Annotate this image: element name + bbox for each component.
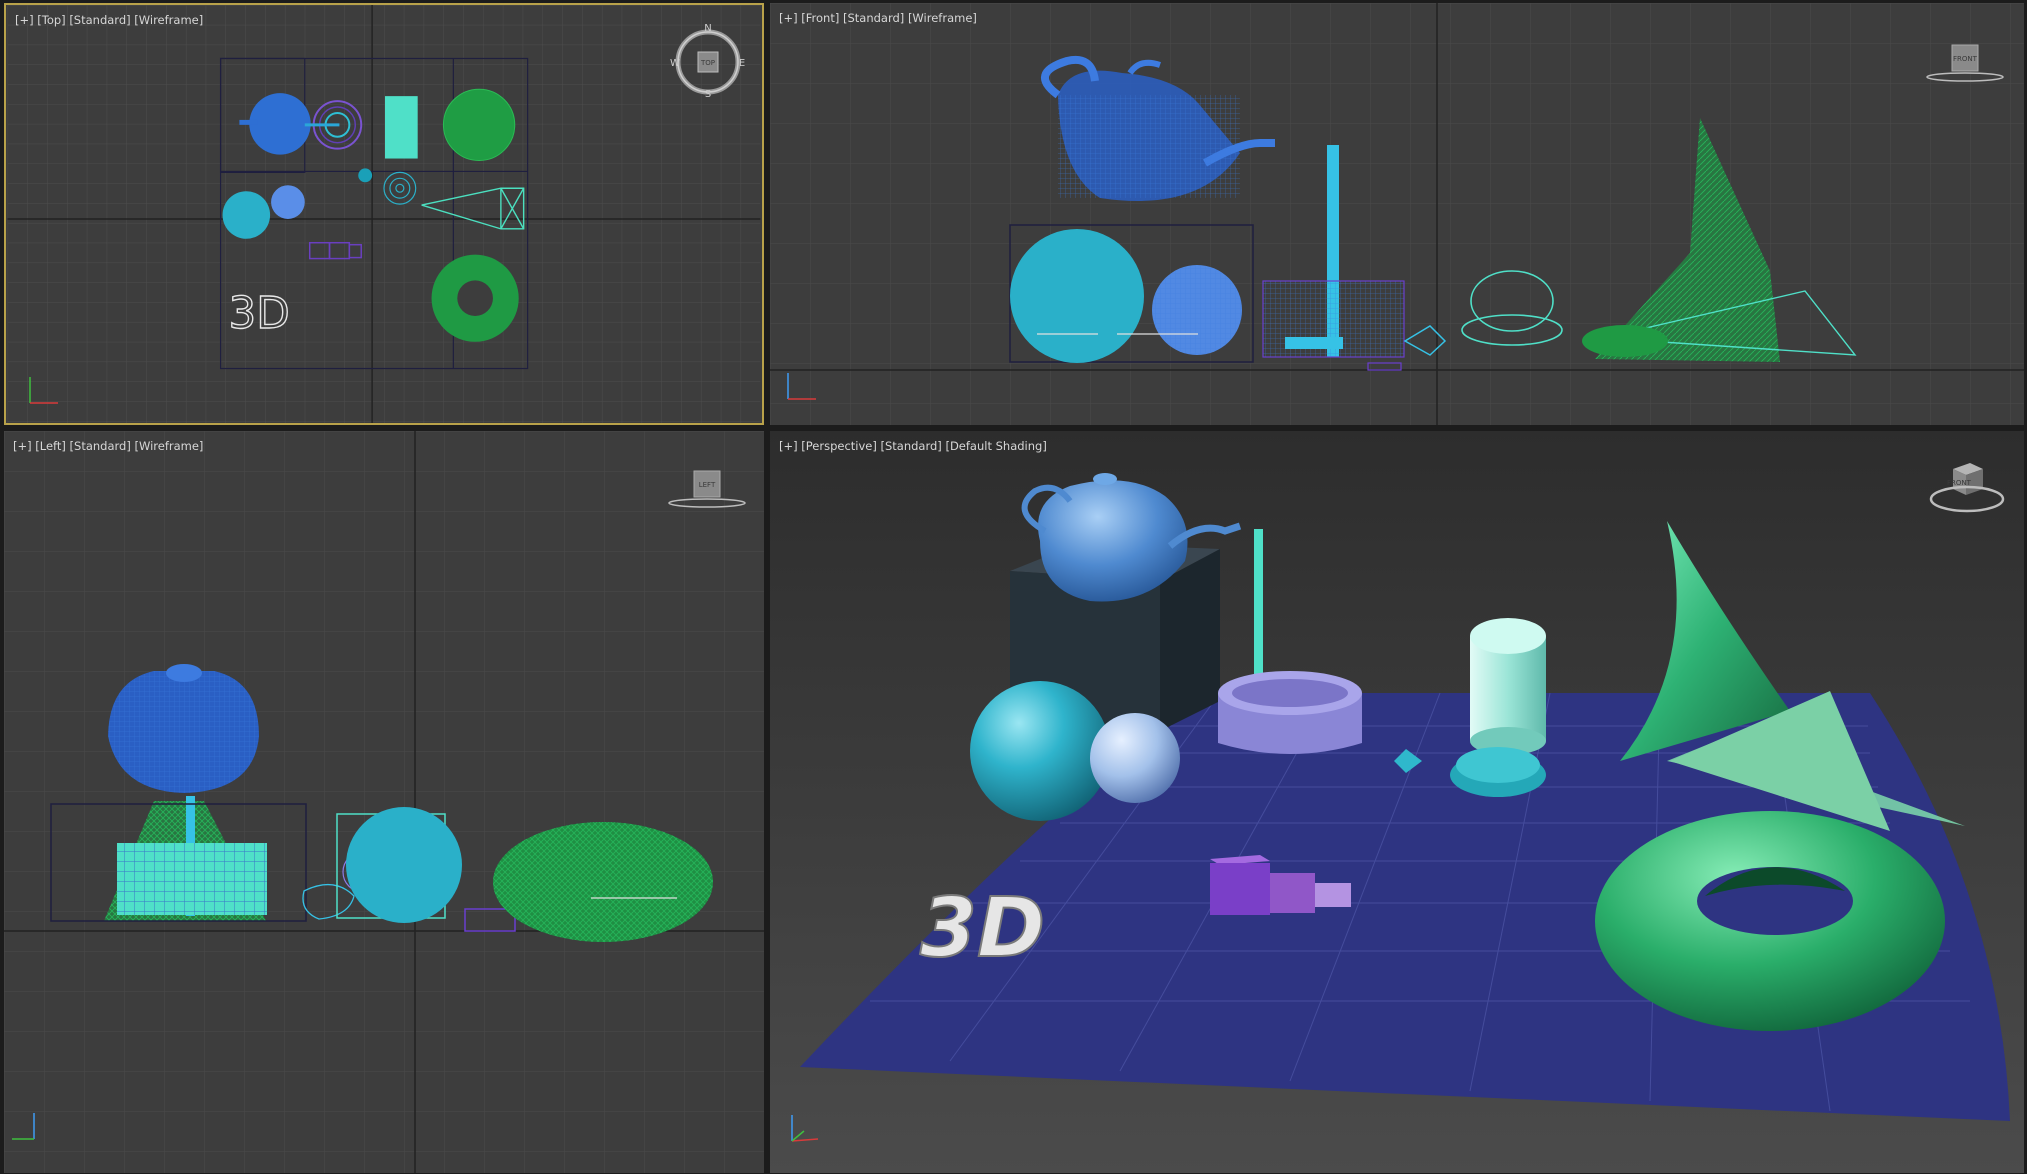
front-label-plus-menu[interactable]: [+] — [779, 11, 798, 25]
viewport-left[interactable]: [+] [Left] [Standard] [Wireframe] LEFT — [4, 431, 764, 1173]
front-view-canvas[interactable] — [770, 3, 2024, 425]
top-label-plus-menu[interactable]: [+] — [15, 13, 34, 27]
top-view-canvas[interactable]: 3D — [6, 5, 762, 423]
left-label-view-menu[interactable]: [Left] — [35, 439, 66, 453]
persp-label-shading-menu[interactable]: [Default Shading] — [945, 439, 1046, 453]
left-label-plus-menu[interactable]: [+] — [13, 439, 32, 453]
axis-tripod-icon — [12, 1113, 35, 1140]
front-label-mode-menu[interactable]: [Standard] — [843, 11, 904, 25]
top-label-view-menu[interactable]: [Top] — [37, 13, 65, 27]
perspective-viewport-label: [+] [Perspective] [Standard] [Default Sh… — [779, 439, 1047, 453]
persp-label-view-menu[interactable]: [Perspective] — [801, 439, 877, 453]
front-label-shading-menu[interactable]: [Wireframe] — [908, 11, 977, 25]
viewcube-icon[interactable]: FRONT — [1925, 41, 2005, 86]
torus-top — [431, 254, 519, 342]
viewport-perspective[interactable]: 3D [+] [Perspective] [Standard] [Default… — [770, 431, 2024, 1173]
cylinder-perspective — [1470, 618, 1546, 755]
perspective-view-canvas[interactable]: 3D — [770, 431, 2024, 1173]
viewport-top[interactable]: 3D [+] [Top] [Standard] [Wireframe] TOP … — [4, 3, 764, 425]
viewcube-icon[interactable]: LEFT — [667, 467, 747, 512]
persp-label-mode-menu[interactable]: [Standard] — [881, 439, 942, 453]
front-label-view-menu[interactable]: [Front] — [801, 11, 839, 25]
viewcube-icon[interactable]: FRONT — [1925, 459, 2005, 519]
pale-blue-sphere — [1090, 713, 1180, 803]
top-cube-face-label: TOP — [700, 59, 715, 67]
front-cube-face-label: FRONT — [1953, 55, 1978, 63]
axis-tripod-icon — [787, 373, 816, 400]
left-label-shading-menu[interactable]: [Wireframe] — [134, 439, 203, 453]
teapot-side-wireframe — [108, 664, 259, 793]
axis-tripod-icon — [791, 1115, 819, 1142]
top-viewport-label: [+] [Top] [Standard] [Wireframe] — [15, 13, 203, 27]
compass-n-label: N — [704, 23, 711, 34]
compass-icon[interactable]: TOP N S E W — [670, 22, 746, 98]
left-cube-face-label: LEFT — [699, 481, 716, 489]
front-viewport-label: [+] [Front] [Standard] [Wireframe] — [779, 11, 977, 25]
left-view-canvas[interactable] — [4, 431, 764, 1173]
compass-w-label: W — [670, 58, 680, 69]
left-viewport-label: [+] [Left] [Standard] [Wireframe] — [13, 439, 203, 453]
compass-e-label: E — [739, 58, 745, 69]
top-3d-text-shape: 3D — [228, 289, 289, 339]
top-label-mode-menu[interactable]: [Standard] — [69, 13, 130, 27]
compass-s-label: S — [705, 89, 711, 98]
persp-label-plus-menu[interactable]: [+] — [779, 439, 798, 453]
axis-tripod-icon — [29, 377, 58, 404]
left-label-mode-menu[interactable]: [Standard] — [70, 439, 131, 453]
cylinder-top — [384, 96, 418, 159]
cup-perspective — [1218, 671, 1362, 754]
perspective-3d-text-shape: 3D — [920, 881, 1045, 976]
top-label-shading-menu[interactable]: [Wireframe] — [134, 13, 203, 27]
viewport-front[interactable]: [+] [Front] [Standard] [Wireframe] FRONT — [770, 3, 2024, 425]
teal-sphere — [970, 681, 1110, 821]
torus-perspective — [1595, 811, 1945, 1031]
